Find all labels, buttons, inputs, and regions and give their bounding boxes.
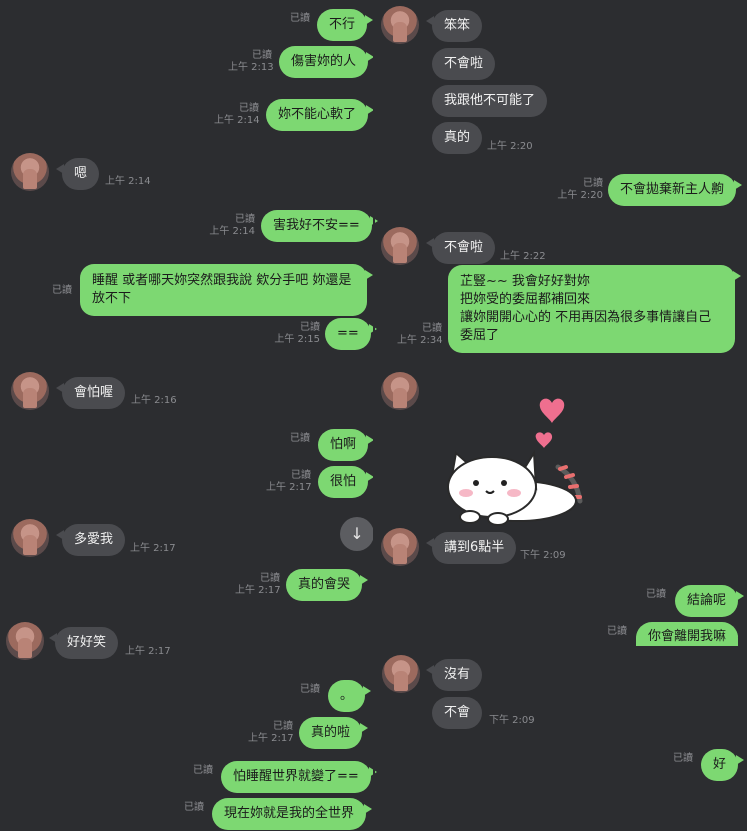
message-bubble-sent[interactable]: == <box>325 318 377 350</box>
message-bubble-sent[interactable]: 妳不能心軟了 <box>266 99 375 131</box>
message-time: 上午 2:17 <box>130 543 176 554</box>
contact-avatar[interactable] <box>11 519 49 557</box>
message-bubble-received[interactable]: 好好笑 <box>48 627 119 659</box>
read-receipt: 已讀 <box>193 765 213 776</box>
message-time: 上午 2:14 <box>105 176 151 187</box>
read-receipt: 已讀 <box>290 433 310 444</box>
message-bubble-sent[interactable]: 很怕 <box>318 466 375 498</box>
message-bubble-received[interactable]: 沒有 <box>425 659 483 691</box>
message-bubble-sent[interactable]: 傷害妳的人 <box>279 46 375 78</box>
message-bubble-received[interactable]: 會怕喔 <box>55 377 126 409</box>
read-receipt: 已讀 <box>607 626 627 637</box>
contact-avatar[interactable] <box>382 655 420 693</box>
read-receipt: 已讀 <box>646 589 666 600</box>
message-meta: 已讀 上午 2:15 <box>274 322 320 345</box>
read-receipt: 已讀 <box>52 285 72 296</box>
contact-avatar[interactable] <box>381 6 419 44</box>
cat-sticker[interactable] <box>440 395 590 527</box>
read-receipt: 已讀 <box>290 13 310 24</box>
read-receipt: 已讀 <box>300 684 320 695</box>
message-meta: 已讀 上午 2:14 <box>209 214 255 237</box>
message-bubble-sent[interactable]: 真的啦 <box>299 717 369 749</box>
message-bubble-received[interactable]: 講到6點半 <box>425 532 517 564</box>
contact-avatar[interactable] <box>11 372 49 410</box>
message-bubble-sent[interactable]: 真的會哭 <box>286 569 369 601</box>
message-bubble-sent[interactable]: 結論呢 <box>675 585 745 617</box>
message-bubble-sent[interactable]: 好 <box>701 749 745 781</box>
contact-avatar[interactable] <box>11 153 49 191</box>
contact-avatar[interactable] <box>6 622 44 660</box>
message-time: 下午 2:09 <box>520 550 566 561</box>
arrow-down-icon: ↓ <box>350 524 364 543</box>
message-bubble-received[interactable]: 不會啦 <box>432 48 496 80</box>
contact-avatar[interactable] <box>381 528 419 566</box>
read-receipt: 已讀 <box>673 753 693 764</box>
message-bubble-sent[interactable]: 不會拋棄新主人齁 <box>608 174 743 206</box>
message-bubble-sent[interactable]: 害我好不安== <box>261 210 378 242</box>
message-bubble-received[interactable]: 笨笨 <box>425 10 483 42</box>
message-time: 上午 2:16 <box>131 395 177 406</box>
cat-sticker-icon <box>447 398 583 526</box>
message-bubble-sent[interactable]: 不行 <box>317 9 374 41</box>
message-bubble-received[interactable]: 我跟他不可能了 <box>432 85 548 117</box>
message-time: 上午 2:20 <box>487 141 533 152</box>
message-bubble-sent[interactable]: 現在妳就是我的全世界 <box>212 798 373 830</box>
message-bubble-received[interactable]: 不會啦 <box>425 232 496 264</box>
message-bubble-received[interactable]: 真的 <box>432 122 483 154</box>
contact-avatar[interactable] <box>381 227 419 265</box>
message-bubble-received[interactable]: 多愛我 <box>55 524 126 556</box>
message-bubble-sent[interactable]: 芷豎~~ 我會好好對妳 把妳受的委屈都補回來 讓妳開開心心的 不用再因為很多事情… <box>448 265 741 353</box>
message-bubble-received[interactable]: 嗯 <box>55 158 100 190</box>
message-time: 上午 2:22 <box>500 251 546 262</box>
message-meta: 已讀 上午 2:17 <box>266 470 312 493</box>
message-bubble-sent[interactable]: 你會離開我嘛 <box>636 622 739 646</box>
chat-screenshot-composite: 已讀 不行 已讀 上午 2:13 傷害妳的人 已讀 上午 2:14 妳不能心軟了 嗯… <box>0 0 747 831</box>
message-meta: 已讀 上午 2:14 <box>214 103 260 126</box>
message-meta: 已讀 上午 2:34 <box>397 323 443 346</box>
message-meta: 已讀 上午 2:20 <box>557 178 603 201</box>
contact-avatar[interactable] <box>381 372 419 410</box>
message-time: 下午 2:09 <box>489 715 535 726</box>
message-bubble-sent[interactable]: 怕睡醒世界就變了== <box>221 761 377 793</box>
message-meta: 已讀 上午 2:13 <box>228 50 274 73</box>
message-bubble-sent[interactable]: 睡醒 或者哪天妳突然跟我說 欸分手吧 妳還是放不下 <box>80 264 373 316</box>
message-meta: 已讀 上午 2:17 <box>248 721 294 744</box>
message-bubble-sent[interactable]: 怕啊 <box>318 429 375 461</box>
read-receipt: 已讀 <box>184 802 204 813</box>
message-time: 上午 2:17 <box>125 646 171 657</box>
message-bubble-received[interactable]: 不會 <box>432 697 483 729</box>
scroll-down-button[interactable]: ↓ <box>340 517 374 551</box>
message-meta: 已讀 上午 2:17 <box>235 573 281 596</box>
pane-divider <box>373 0 375 831</box>
message-bubble-sent[interactable]: 。 <box>328 680 372 712</box>
